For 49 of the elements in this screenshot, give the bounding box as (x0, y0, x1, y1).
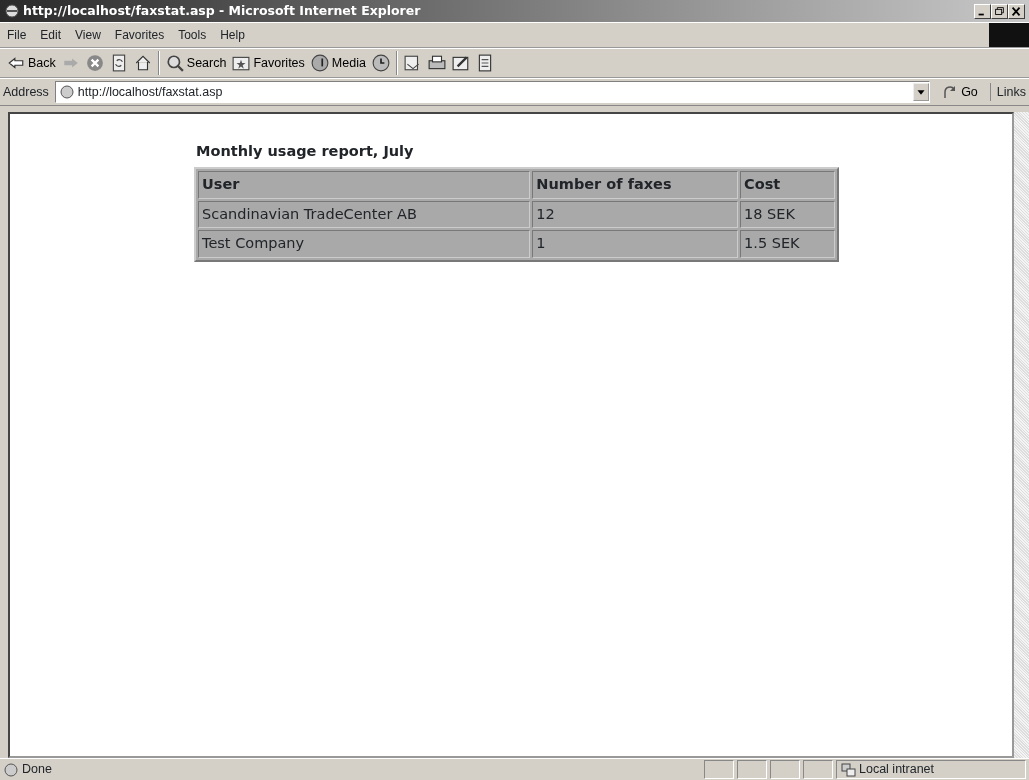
stop-icon (85, 54, 104, 72)
minimize-icon[interactable] (974, 3, 991, 19)
menu-item[interactable]: File (0, 26, 34, 44)
column-header: User (198, 170, 531, 199)
restore-icon[interactable] (991, 3, 1008, 19)
table-cell: 1 (532, 230, 739, 258)
table-cell: 12 (532, 200, 739, 229)
star-folder-icon (232, 54, 251, 72)
scrollbar[interactable] (1014, 112, 1029, 758)
search-button[interactable]: Search (162, 51, 230, 75)
window-title: http://localhost/faxstat.asp - Microsoft Internet Explorer (23, 1, 421, 20)
page-icon (58, 84, 75, 100)
printer-icon (427, 54, 446, 72)
magnifier-icon (165, 54, 184, 72)
menu-item[interactable]: Edit (33, 26, 69, 44)
column-header: Number of faxes (532, 170, 739, 199)
status-pane (803, 760, 833, 779)
house-icon (133, 54, 152, 72)
table-cell: Test Company (198, 230, 531, 258)
back-button[interactable]: Back (4, 51, 59, 75)
status-pane (770, 760, 800, 779)
network-icon (840, 761, 856, 778)
mail-icon (403, 54, 422, 72)
menu-item[interactable]: Help (213, 26, 252, 44)
menu-item[interactable]: Favorites (107, 26, 172, 44)
clock-icon (371, 54, 390, 72)
back-arrow-icon (7, 54, 25, 72)
edit-icon (451, 54, 470, 72)
media-button[interactable]: Media (307, 51, 369, 75)
menu-item[interactable]: View (68, 26, 108, 44)
page-icon (3, 761, 19, 778)
table-cell: Scandinavian TradeCenter AB (198, 200, 531, 229)
status-pane (737, 760, 767, 779)
table-cell: 18 SEK (740, 200, 835, 229)
address-field[interactable]: http://localhost/faxstat.asp (54, 81, 931, 103)
table-cell: 1.5 SEK (740, 230, 835, 258)
close-icon[interactable] (1008, 3, 1025, 19)
links-label[interactable]: Links (989, 82, 1026, 102)
status-pane (704, 760, 734, 779)
status-text: Done (22, 761, 52, 779)
report-title: Monthly usage report, July (196, 142, 415, 161)
dropdown-icon[interactable] (913, 83, 930, 101)
browser-icon (4, 3, 20, 19)
column-header: Cost (740, 170, 835, 199)
favorites-button[interactable]: Favorites (229, 51, 308, 75)
zone-text: Local intranet (859, 761, 935, 779)
menu-item[interactable]: Tools (171, 26, 214, 44)
go-button[interactable]: Go (939, 80, 981, 104)
address-label: Address (3, 83, 49, 101)
